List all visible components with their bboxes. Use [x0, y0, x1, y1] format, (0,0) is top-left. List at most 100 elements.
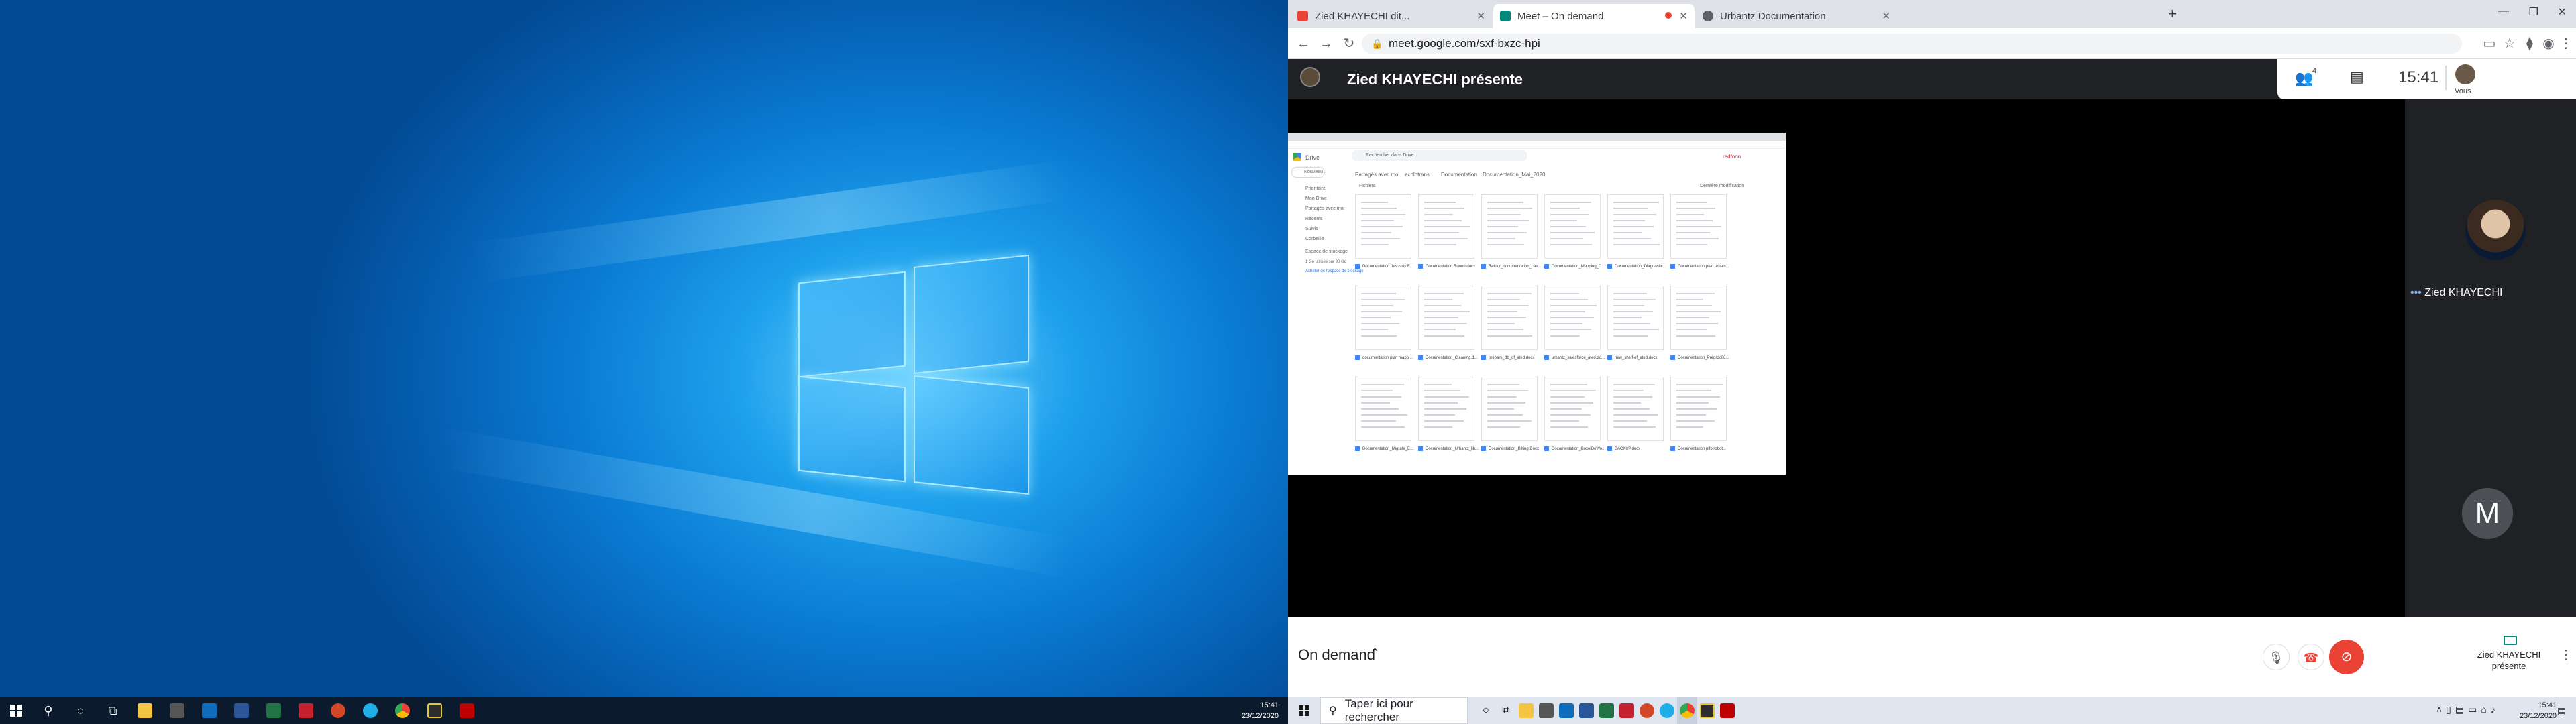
nav-item[interactable]: Corbeille	[1305, 237, 1324, 241]
file-thumbnail[interactable]	[1481, 377, 1538, 441]
store-icon[interactable]	[1536, 697, 1556, 724]
windows-start-icon[interactable]	[0, 697, 32, 724]
file-thumbnail[interactable]	[1355, 194, 1411, 259]
cortana-icon[interactable]: ○	[64, 697, 97, 724]
storage-link[interactable]: Acheter de l'espace de stockage	[1305, 269, 1364, 274]
file-thumbnail[interactable]	[1481, 194, 1538, 259]
word-icon[interactable]	[1576, 697, 1597, 724]
file-thumbnail[interactable]	[1418, 194, 1474, 259]
meeting-title[interactable]: On demand	[1298, 646, 1375, 664]
outlook-icon[interactable]	[1556, 697, 1576, 724]
nav-item[interactable]: Suivis	[1305, 227, 1318, 231]
notification-icon[interactable]: ▤	[2557, 705, 2566, 717]
file-name[interactable]: Documentation_BoxelDeWo...	[1544, 446, 1605, 451]
filezilla-icon[interactable]	[451, 697, 483, 724]
reload-icon[interactable]: ↻	[1340, 35, 1358, 52]
file-name[interactable]: prepare_db_of_ated.docx	[1481, 355, 1534, 360]
close-icon[interactable]: ✕	[1477, 10, 1485, 22]
minimize-button[interactable]: —	[2498, 5, 2509, 17]
close-icon[interactable]: ✕	[1679, 10, 1688, 22]
file-name[interactable]: documentation plan mappi...	[1355, 355, 1413, 360]
chrome-icon[interactable]	[386, 697, 419, 724]
sort-label[interactable]: Dernière modification	[1700, 184, 1744, 188]
windows-start-icon[interactable]	[1288, 697, 1320, 724]
file-name[interactable]: Documentation Round.docx	[1418, 264, 1475, 269]
powerpoint-icon[interactable]	[1637, 697, 1657, 724]
file-thumbnail[interactable]	[1670, 377, 1727, 441]
back-icon[interactable]: ←	[1295, 35, 1312, 52]
menu-icon[interactable]: ⋮	[2557, 35, 2575, 52]
outlook-icon[interactable]	[193, 697, 225, 724]
file-thumbnail[interactable]	[1544, 194, 1601, 259]
file-thumbnail[interactable]	[1481, 286, 1538, 350]
maximize-button[interactable]: ❐	[2529, 5, 2538, 19]
breadcrumb-item[interactable]: ecolotrans	[1405, 172, 1430, 178]
tab-urbantz[interactable]: Urbantz Documentation ✕	[1696, 4, 1897, 28]
edge-icon[interactable]	[354, 697, 386, 724]
file-name[interactable]: Documentation plfo robot...	[1670, 446, 1726, 451]
task-view-icon[interactable]: ⧉	[97, 697, 129, 724]
file-name[interactable]: Documentation_Preproc08...	[1670, 355, 1729, 360]
present-icon[interactable]	[2504, 636, 2517, 645]
file-thumbnail[interactable]	[1607, 377, 1664, 441]
close-icon[interactable]: ✕	[1882, 10, 1890, 22]
filezilla-icon[interactable]	[1717, 697, 1737, 724]
store-icon[interactable]	[161, 697, 193, 724]
camera-off-button[interactable]: ⊘	[2329, 640, 2364, 674]
file-thumbnail[interactable]	[1544, 377, 1601, 441]
file-name[interactable]: Retour_documentation_cas...	[1481, 264, 1541, 269]
file-name[interactable]: Documentation plan urbain...	[1670, 264, 1729, 269]
excel-icon[interactable]	[258, 697, 290, 724]
file-thumbnail[interactable]	[1418, 286, 1474, 350]
breadcrumb-item[interactable]: Documentation_Mai_2020	[1483, 172, 1545, 178]
file-name[interactable]: Documentation_Mapping_C...	[1544, 264, 1605, 269]
nav-item[interactable]: Partagés avec moi	[1305, 206, 1344, 211]
file-name[interactable]: urbantz_salesforce_ated.do...	[1544, 355, 1605, 360]
file-thumbnail[interactable]	[1355, 286, 1411, 350]
tab-meet[interactable]: Meet – On demand ✕	[1493, 4, 1695, 28]
file-name[interactable]: Documentation_Billing.Docx	[1481, 446, 1539, 451]
file-thumbnail[interactable]	[1670, 286, 1727, 350]
chat-icon[interactable]: ▤	[2350, 68, 2364, 86]
more-options-icon[interactable]: ⋮	[2559, 646, 2573, 663]
file-name[interactable]: new_shelf-of_ated.docx	[1607, 355, 1657, 360]
file-thumbnail[interactable]	[1418, 377, 1474, 441]
file-thumbnail[interactable]	[1544, 286, 1601, 350]
file-explorer-icon[interactable]	[129, 697, 161, 724]
tab-gmail[interactable]: Zied KHAYECHI dit... ✕	[1291, 4, 1492, 28]
file-name[interactable]: BACKUP.docx	[1607, 446, 1640, 451]
profile-icon[interactable]: ◉	[2540, 35, 2557, 52]
file-explorer-icon[interactable]	[1516, 697, 1536, 724]
search-icon[interactable]: ⚲	[32, 697, 64, 724]
left-clock[interactable]: 15:41 23/12/2020	[1242, 700, 1279, 721]
terminal-icon[interactable]	[419, 697, 451, 724]
close-window-button[interactable]: ✕	[2558, 5, 2567, 19]
file-name[interactable]: Documentation_Diagnostic...	[1607, 264, 1666, 269]
url-field[interactable]: 🔒 meet.google.com/sxf-bxzc-hpi	[1362, 34, 2462, 54]
leave-call-button[interactable]: ☎	[2298, 644, 2324, 670]
acrobat-icon[interactable]	[1617, 697, 1637, 724]
chrome-icon[interactable]	[1677, 697, 1697, 724]
edge-icon[interactable]	[1657, 697, 1677, 724]
forward-icon[interactable]: →	[1318, 35, 1335, 52]
present-label[interactable]: Zied KHAYECHI présente	[2472, 649, 2546, 672]
new-tab-button[interactable]: +	[2168, 5, 2177, 23]
microphone-button[interactable]: 🎙	[2263, 644, 2290, 670]
nav-item[interactable]: Mon Drive	[1305, 196, 1327, 201]
self-avatar[interactable]	[2455, 64, 2475, 84]
breadcrumb-item[interactable]: Documentation	[1441, 172, 1477, 178]
acrobat-icon[interactable]	[290, 697, 322, 724]
task-view-icon[interactable]: ⧉	[1496, 697, 1516, 724]
terminal-icon[interactable]	[1697, 697, 1717, 724]
file-name[interactable]: Documentation des colis E...	[1355, 264, 1413, 269]
people-icon[interactable]: 👥	[2295, 70, 2313, 87]
file-thumbnail[interactable]	[1355, 377, 1411, 441]
extension-icon[interactable]: ⧫	[2521, 35, 2538, 52]
taskbar-search[interactable]: ⚲ Taper ici pour rechercher	[1320, 697, 1468, 724]
breadcrumb-item[interactable]: Partagés avec moi	[1355, 172, 1399, 178]
file-thumbnail[interactable]	[1607, 194, 1664, 259]
file-name[interactable]: Documentation_Migrate_E...	[1355, 446, 1413, 451]
chevron-up-icon[interactable]: ⌃	[1370, 646, 1380, 660]
file-name[interactable]: Documentation_Cleaning.d...	[1418, 355, 1477, 360]
excel-icon[interactable]	[1597, 697, 1617, 724]
